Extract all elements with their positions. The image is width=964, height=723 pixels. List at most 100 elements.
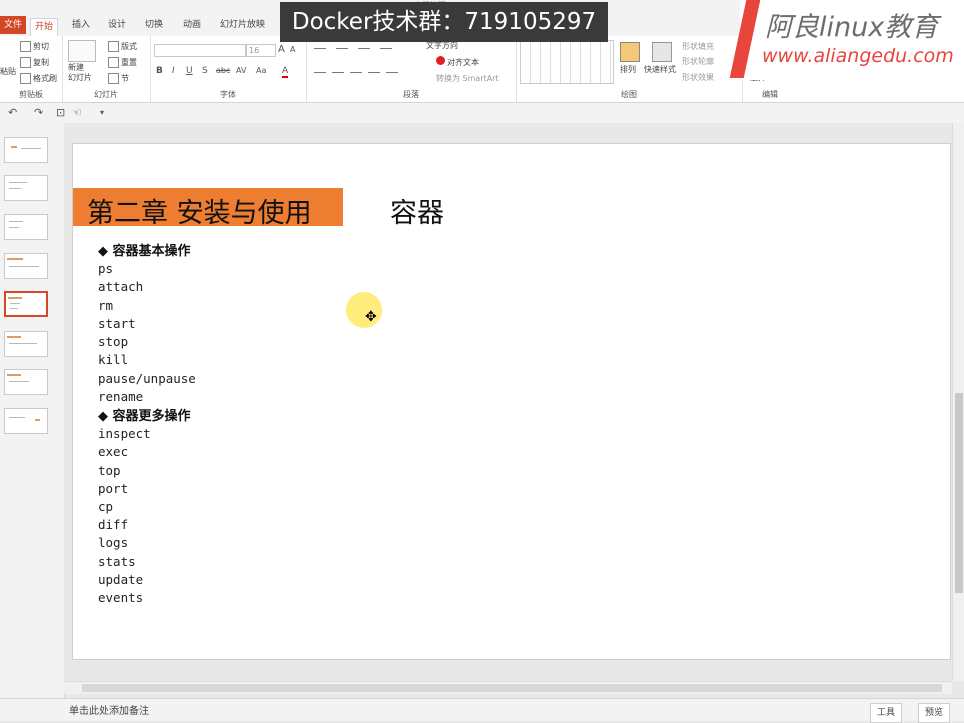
tab-slideshow[interactable]: 幻灯片放映 xyxy=(216,17,269,33)
thumb-mark xyxy=(7,336,21,338)
decrease-indent-icon[interactable] xyxy=(358,48,370,49)
start-slideshow-icon[interactable]: ⊡ xyxy=(56,106,65,119)
horizontal-scrollbar[interactable] xyxy=(64,681,952,694)
command-item: attach xyxy=(98,279,144,294)
align-center-icon[interactable] xyxy=(332,72,344,73)
align-right-icon[interactable] xyxy=(350,72,362,73)
tab-design[interactable]: 设计 xyxy=(104,17,130,33)
shrink-font-button[interactable]: A xyxy=(290,45,295,54)
thumb-line xyxy=(9,417,25,418)
cut-button[interactable]: 剪切 xyxy=(20,41,49,52)
section-label: 节 xyxy=(121,74,129,83)
vertical-scroll-thumb[interactable] xyxy=(955,393,963,593)
preview-button[interactable]: 预览 xyxy=(918,703,951,723)
slide-thumbnail-selected[interactable] xyxy=(4,291,48,317)
quick-styles-button[interactable]: 快速样式 xyxy=(644,64,676,75)
red-dot-icon xyxy=(436,56,445,65)
section-icon xyxy=(108,73,119,84)
tab-transitions[interactable]: 切换 xyxy=(141,17,167,33)
paste-button[interactable]: 粘贴 xyxy=(0,66,16,77)
grow-font-button[interactable]: A xyxy=(278,44,285,55)
slide-thumbnail[interactable] xyxy=(4,369,48,395)
arrange-button[interactable]: 排列 xyxy=(620,64,636,75)
thumb-line xyxy=(9,188,21,189)
command-item: port xyxy=(98,481,129,496)
bullet-list-icon[interactable] xyxy=(314,48,326,49)
align-left-icon[interactable] xyxy=(314,72,326,73)
slide-thumbnail[interactable] xyxy=(4,137,48,163)
tab-file[interactable]: 文件 xyxy=(0,16,27,34)
format-painter-button[interactable]: 格式刷 xyxy=(20,73,57,84)
slide-title[interactable]: 容器 xyxy=(390,191,444,230)
increase-indent-icon[interactable] xyxy=(380,48,392,49)
reset-button[interactable]: 重置 xyxy=(108,57,137,68)
tab-home[interactable]: 开始 xyxy=(30,18,59,37)
horizontal-scroll-thumb[interactable] xyxy=(82,684,942,692)
shadow-button[interactable]: S xyxy=(202,66,208,76)
bold-button[interactable]: B xyxy=(156,66,163,76)
slide-thumbnail[interactable] xyxy=(4,331,48,357)
change-case-button[interactable]: Aa xyxy=(256,66,266,75)
command-item: rm xyxy=(98,298,114,313)
touch-mode-icon[interactable]: ☜ xyxy=(72,106,82,119)
paragraph-group: 文字方向 对齐文本 转换为 SmartArt 段落 xyxy=(306,36,517,102)
brush-icon xyxy=(20,73,31,84)
customize-toolbar-icon[interactable]: ▾ xyxy=(100,108,104,117)
slide-thumbnail[interactable] xyxy=(4,408,48,434)
distribute-icon[interactable] xyxy=(386,72,398,73)
docker-group-banner: Docker技术群：719105297 xyxy=(280,2,608,42)
font-size-box[interactable]: 16 xyxy=(246,44,276,57)
slide-thumbnail[interactable] xyxy=(4,253,48,279)
tab-animations[interactable]: 动画 xyxy=(179,17,205,33)
command-item: diff xyxy=(98,517,129,532)
bullet-more-ops: ◆ 容器更多操作 xyxy=(98,409,191,424)
thumb-mark xyxy=(7,258,23,260)
font-name-box[interactable] xyxy=(154,44,246,57)
paragraph-label: 段落 xyxy=(403,90,419,99)
section-button[interactable]: 节 xyxy=(108,73,129,84)
clipboard-label: 剪贴板 xyxy=(19,90,43,99)
redo-icon[interactable]: ↷ xyxy=(34,106,43,119)
slide-canvas[interactable]: 第二章 安装与使用 容器 ◆ 容器基本操作 ps attach rm start… xyxy=(72,143,951,660)
notes-bar: 单击此处添加备注 工具 预览 xyxy=(0,698,964,723)
command-item: stop xyxy=(98,334,129,349)
new-slide-icon[interactable] xyxy=(68,40,96,62)
command-item: top xyxy=(98,463,121,478)
command-item: rename xyxy=(98,389,144,404)
notes-placeholder[interactable]: 单击此处添加备注 xyxy=(69,702,149,717)
shapes-gallery[interactable] xyxy=(520,40,614,84)
quick-styles-icon[interactable] xyxy=(652,42,672,62)
move-cursor-icon: ✥ xyxy=(365,309,377,325)
char-spacing-button[interactable]: AV xyxy=(236,66,246,75)
shape-fill-button[interactable]: 形状填充 xyxy=(682,41,714,52)
justify-icon[interactable] xyxy=(368,72,380,73)
reset-icon xyxy=(108,57,119,68)
numbered-list-icon[interactable] xyxy=(336,48,348,49)
new-slide-button[interactable]: 新建 幻灯片 xyxy=(68,63,92,83)
reset-label: 重置 xyxy=(121,58,137,67)
shape-effects-button[interactable]: 形状效果 xyxy=(682,72,714,83)
command-item: ps xyxy=(98,261,114,276)
underline-button[interactable]: U xyxy=(186,66,193,76)
thumb-line xyxy=(9,221,23,222)
command-item: kill xyxy=(98,352,129,367)
shape-outline-button[interactable]: 形状轮廓 xyxy=(682,56,714,67)
tools-button[interactable]: 工具 xyxy=(870,703,903,723)
watermark-brand: 阿良linux教育 xyxy=(765,12,939,43)
slide-thumbnail[interactable] xyxy=(4,214,48,240)
command-item: events xyxy=(98,590,144,605)
tab-insert[interactable]: 插入 xyxy=(68,17,94,33)
align-text-button[interactable]: 对齐文本 xyxy=(436,56,479,68)
slide-thumbnail[interactable] xyxy=(4,175,48,201)
italic-button[interactable]: I xyxy=(172,66,175,76)
vertical-scrollbar[interactable] xyxy=(952,123,964,681)
arrange-icon[interactable] xyxy=(620,42,640,62)
layout-button[interactable]: 版式 xyxy=(108,41,137,52)
copy-button[interactable]: 复制 xyxy=(20,57,49,68)
smartart-button[interactable]: 转换为 SmartArt xyxy=(436,73,499,84)
thumb-mark xyxy=(7,374,21,376)
cut-label: 剪切 xyxy=(33,42,49,51)
font-color-button[interactable]: A xyxy=(282,66,289,78)
undo-icon[interactable]: ↶ xyxy=(8,106,17,119)
strikethrough-button[interactable]: abc xyxy=(216,66,230,75)
